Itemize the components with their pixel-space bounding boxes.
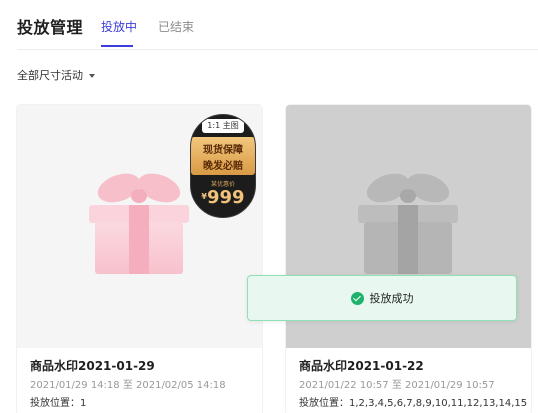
campaign-card[interactable]: 商品水印2021-01-22 2021/01/22 10:57 至 2021/0…	[286, 105, 531, 413]
gift-box-icon	[358, 173, 458, 274]
badge-price-value: 999	[207, 187, 245, 208]
campaign-card[interactable]: 1:1 主图 现货保障 晚发必赔 某优惠价 ¥999 商品水印2021-01-2…	[17, 105, 262, 413]
toast-message: 投放成功	[369, 292, 414, 305]
active-tab-indicator	[101, 45, 133, 47]
caret-down-icon	[89, 73, 95, 78]
size-filter-label: 全部尺寸活动	[17, 69, 83, 82]
card-time-range: 2021/01/29 14:18 至 2021/02/05 14:18	[30, 380, 226, 391]
badge-line-2: 晚发必赔	[203, 161, 243, 172]
page-header: 投放管理 投放中 已结束	[0, 0, 538, 50]
card-time-range: 2021/01/22 10:57 至 2021/01/29 10:57	[299, 380, 495, 391]
tab-in-progress[interactable]: 投放中	[101, 18, 137, 35]
badge-gold-panel: 现货保障 晚发必赔	[191, 137, 255, 175]
card-position: 投放位置：1	[30, 398, 87, 409]
watermark-badge: 1:1 主图 现货保障 晚发必赔 某优惠价 ¥999	[190, 114, 256, 218]
card-position: 投放位置：1,2,3,4,5,6,7,8,9,10,11,12,13,14,15	[299, 398, 528, 409]
success-toast: 投放成功	[247, 275, 517, 321]
gift-box-icon	[89, 173, 189, 274]
badge-size-tag: 1:1 主图	[202, 119, 244, 133]
header-divider	[17, 49, 538, 50]
card-title: 商品水印2021-01-29	[30, 359, 155, 373]
check-circle-icon	[350, 291, 364, 305]
page-title: 投放管理	[17, 18, 84, 37]
tab-ended[interactable]: 已结束	[158, 18, 194, 35]
card-title: 商品水印2021-01-22	[299, 359, 424, 373]
badge-line-1: 现货保障	[203, 145, 243, 156]
badge-price: ¥999	[191, 187, 255, 208]
size-filter-dropdown[interactable]: 全部尺寸活动	[17, 67, 95, 83]
card-thumbnail: 1:1 主图 现货保障 晚发必赔 某优惠价 ¥999	[17, 105, 262, 348]
